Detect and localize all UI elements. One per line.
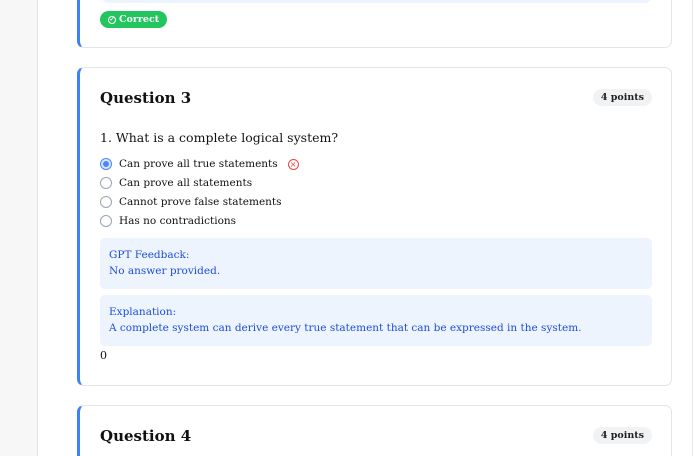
option-label: Cannot prove false statements	[119, 196, 282, 208]
score-value: 0	[100, 349, 107, 362]
check-circle-icon: ✓	[108, 15, 116, 24]
scrollbar-track[interactable]	[692, 0, 693, 456]
points-badge: 4 points	[592, 89, 652, 106]
gpt-feedback-box: GPT Feedback: No answer provided.	[100, 238, 652, 289]
gpt-feedback-label: GPT Feedback:	[109, 249, 190, 261]
correct-badge-label: Correct	[119, 14, 160, 25]
question-text: 1. What is a complete logical system?	[100, 130, 339, 145]
points-badge: 4 points	[592, 427, 652, 444]
option-3[interactable]: Cannot prove false statements	[100, 194, 282, 210]
question-card-previous: ✓ Correct	[77, 0, 672, 48]
radio[interactable]	[100, 177, 112, 189]
incorrect-circle-icon: ×	[287, 158, 299, 170]
option-label: Can prove all statements	[119, 177, 253, 189]
left-rail	[0, 0, 38, 456]
question-title: Question 3	[100, 89, 192, 107]
explanation-box: Explanation: A complete system can deriv…	[100, 295, 652, 346]
radio[interactable]	[100, 196, 112, 208]
feedback-box-previous	[102, 0, 651, 3]
explanation-text: A complete system can derive every true …	[109, 322, 582, 334]
question-card-4: Question 4 4 points	[77, 405, 672, 456]
radio-selected[interactable]	[100, 158, 112, 170]
option-4[interactable]: Has no contradictions	[100, 213, 236, 229]
radio[interactable]	[100, 215, 112, 227]
question-title: Question 4	[100, 427, 192, 445]
explanation-label: Explanation:	[109, 306, 177, 318]
option-1[interactable]: Can prove all true statements ×	[100, 156, 299, 172]
correct-badge: ✓ Correct	[100, 11, 168, 28]
option-2[interactable]: Can prove all statements	[100, 175, 252, 191]
option-label: Has no contradictions	[119, 215, 237, 227]
option-label: Can prove all true statements	[119, 158, 278, 170]
gpt-feedback-text: No answer provided.	[109, 265, 221, 277]
question-card-3: Question 3 4 points 1. What is a complet…	[77, 67, 672, 386]
